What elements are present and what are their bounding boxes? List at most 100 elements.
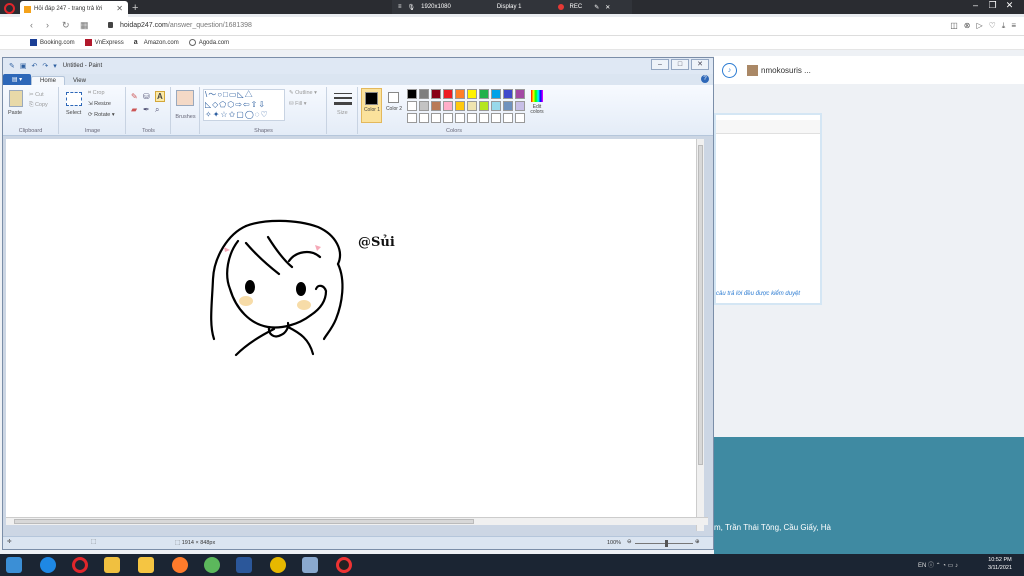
size-button[interactable]: Size <box>337 110 348 116</box>
bell-icon[interactable]: ♪ <box>722 62 737 78</box>
paint-maximize-icon[interactable]: □ <box>671 59 689 70</box>
vertical-scrollbar[interactable] <box>696 139 704 531</box>
palette-swatch[interactable] <box>407 89 417 99</box>
clock[interactable]: 10:52 PM 3/11/2021 <box>988 556 1012 572</box>
avatar[interactable] <box>747 64 758 76</box>
minimize-icon[interactable]: – <box>967 0 984 11</box>
cut-button[interactable]: ✂ Cut <box>29 92 44 98</box>
rotate-button[interactable]: ⟳ Rotate ▾ <box>88 112 115 118</box>
palette-swatch[interactable] <box>515 113 525 123</box>
heart-icon[interactable]: ♡ <box>989 21 996 31</box>
palette-swatch[interactable] <box>467 101 477 111</box>
select-button[interactable]: Select <box>66 110 81 116</box>
zoom-out-icon[interactable]: ⊖ <box>627 539 632 545</box>
palette-swatch[interactable] <box>503 113 513 123</box>
zoom-slider-knob[interactable] <box>665 540 668 547</box>
tab-home[interactable]: Home <box>31 76 66 85</box>
paste-button[interactable]: Paste <box>8 110 22 116</box>
tab-view[interactable]: View <box>65 77 94 85</box>
palette-swatch[interactable] <box>491 89 501 99</box>
language-indicator[interactable]: EN <box>918 563 926 569</box>
undo-icon[interactable]: ↶ <box>32 62 38 70</box>
resize-button[interactable]: ⇲ Resize <box>88 101 111 107</box>
opera-logo-icon[interactable] <box>4 3 15 14</box>
palette-swatch[interactable] <box>455 101 465 111</box>
ie-icon[interactable] <box>40 557 56 573</box>
opera-icon[interactable] <box>72 557 88 573</box>
camera-icon[interactable]: ◫ <box>950 21 958 31</box>
media-icon[interactable] <box>104 557 120 573</box>
pencil-icon[interactable]: ✎ <box>131 92 138 101</box>
start-icon[interactable] <box>6 557 22 573</box>
palette-swatch[interactable] <box>419 101 429 111</box>
palette-swatch[interactable] <box>479 113 489 123</box>
color2-button[interactable]: Color 2 <box>385 88 403 123</box>
outline-button[interactable]: ✎ Outline ▾ <box>289 90 317 96</box>
bookmark-item[interactable]: Agoda.com <box>188 39 229 46</box>
palette-swatch[interactable] <box>419 89 429 99</box>
text-tool-icon[interactable]: A <box>155 91 165 102</box>
forward-icon[interactable]: › <box>46 20 49 30</box>
palette-swatch[interactable] <box>479 101 489 111</box>
brushes-label[interactable]: Brushes <box>172 114 199 120</box>
magnifier-icon[interactable]: ⌕ <box>155 105 159 115</box>
redo-icon[interactable]: ↷ <box>42 62 48 70</box>
palette-swatch[interactable] <box>431 113 441 123</box>
file-menu-button[interactable]: ▤ ▾ <box>3 74 31 85</box>
app-icon[interactable] <box>204 557 220 573</box>
bookmark-item[interactable]: a Amazon.com <box>134 39 179 46</box>
customize-icon[interactable]: ▾ <box>53 62 57 70</box>
play-icon[interactable]: ▷ <box>976 21 982 31</box>
copy-button[interactable]: ⎘ Copy <box>29 102 48 109</box>
palette-swatch[interactable] <box>491 101 501 111</box>
bookmark-item[interactable]: Booking.com <box>30 39 75 46</box>
palette-swatch[interactable] <box>515 89 525 99</box>
crop-button[interactable]: ⌗ Crop <box>88 90 105 97</box>
palette-swatch[interactable] <box>467 113 477 123</box>
vertical-scroll-thumb[interactable] <box>698 145 703 465</box>
horizontal-scrollbar[interactable] <box>6 517 708 525</box>
palette-swatch[interactable] <box>431 101 441 111</box>
shapes-gallery[interactable]: \〜○□▭◺△ ◺◇⬠⬡⇨⇦⇧⇩ ✧✦☆✩▢◯◌♡ <box>203 89 285 121</box>
palette-swatch[interactable] <box>407 101 417 111</box>
url-field[interactable]: hoidap247.com/answer_question/1681398 <box>120 22 252 29</box>
palette-swatch[interactable] <box>455 113 465 123</box>
paste-icon[interactable] <box>9 90 23 107</box>
close-window-icon[interactable]: ✕ <box>1001 0 1018 11</box>
palette-swatch[interactable] <box>455 89 465 99</box>
lock-icon[interactable] <box>108 22 113 28</box>
recorder-icon[interactable] <box>336 557 352 573</box>
reload-icon[interactable]: ↻ <box>62 20 70 31</box>
paint-taskbar-icon[interactable] <box>302 557 318 573</box>
fill-bucket-icon[interactable]: ⛁ <box>143 92 150 101</box>
firefox-icon[interactable] <box>172 557 188 573</box>
back-icon[interactable]: ‹ <box>30 20 33 30</box>
bookmark-item[interactable]: VnExpress <box>84 39 124 46</box>
paint-minimize-icon[interactable]: – <box>651 59 669 70</box>
edit-colors-button[interactable]: Edit colors <box>527 89 547 123</box>
shield-icon[interactable]: ⊗ <box>964 21 971 31</box>
palette-swatch[interactable] <box>503 89 513 99</box>
palette-swatch[interactable] <box>515 101 525 111</box>
palette-swatch[interactable] <box>443 89 453 99</box>
folder-icon[interactable] <box>138 557 154 573</box>
save-icon[interactable]: ▣ <box>20 62 27 70</box>
palette-swatch[interactable] <box>431 89 441 99</box>
chrome-icon[interactable] <box>270 557 286 573</box>
word-icon[interactable] <box>236 557 252 573</box>
brush-icon[interactable] <box>176 90 194 106</box>
drawing-canvas[interactable]: @Sủi <box>6 139 708 531</box>
palette-swatch[interactable] <box>503 101 513 111</box>
palette-swatch[interactable] <box>479 89 489 99</box>
zoom-in-icon[interactable]: ⊕ <box>695 539 700 545</box>
menu-lines-icon[interactable]: ≡ <box>1011 21 1016 31</box>
select-icon[interactable] <box>66 92 82 106</box>
tab-close-icon[interactable]: ✕ <box>116 4 123 13</box>
fill-button[interactable]: ⛁ Fill ▾ <box>289 101 306 107</box>
palette-swatch[interactable] <box>467 89 477 99</box>
color1-button[interactable]: Color 1 <box>361 88 382 123</box>
zoom-slider[interactable] <box>635 540 693 547</box>
palette-swatch[interactable] <box>443 101 453 111</box>
palette-swatch[interactable] <box>407 113 417 123</box>
paint-close-icon[interactable]: ✕ <box>691 59 709 70</box>
